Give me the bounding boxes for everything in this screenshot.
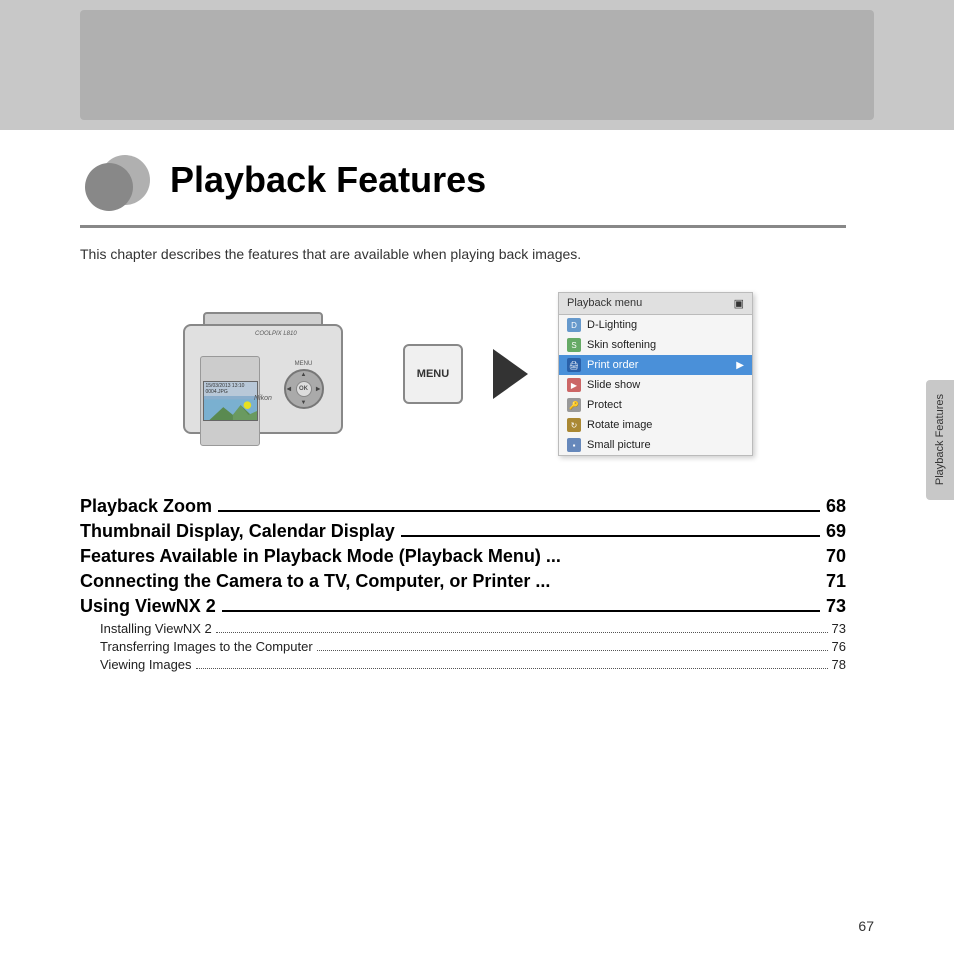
camera-screen-image bbox=[204, 396, 257, 421]
print-order-label: Print order bbox=[587, 359, 638, 371]
playback-menu-screenshot: Playback menu ▣ D D-Lighting S Skin soft… bbox=[558, 292, 753, 456]
arrow-right-indicator bbox=[493, 349, 528, 399]
camera-mode-label: MENU bbox=[276, 361, 331, 367]
illustration-area: 15/03/2013 13:100004.JPG bbox=[80, 292, 846, 456]
toc-page-features: 70 bbox=[826, 546, 846, 567]
toc-title-viewnx: Using ViewNX 2 bbox=[80, 596, 216, 617]
toc-title-viewing: Viewing Images bbox=[100, 657, 192, 672]
toc-dots-1 bbox=[218, 510, 820, 512]
toc-dots-sub-2 bbox=[317, 650, 828, 651]
toc-entry-playback-zoom: Playback Zoom 68 bbox=[80, 496, 846, 517]
toc-page-viewnx: 73 bbox=[826, 596, 846, 617]
toc-page-installing: 73 bbox=[832, 621, 846, 636]
print-order-arrow: ▶ bbox=[736, 360, 744, 371]
menu-item-rotate: ↻ Rotate image bbox=[559, 415, 752, 435]
camera-image: 15/03/2013 13:100004.JPG bbox=[173, 304, 373, 444]
protect-icon: 🔑 bbox=[567, 398, 581, 412]
toc-title-thumbnail: Thumbnail Display, Calendar Display bbox=[80, 521, 395, 542]
toc-page-thumbnail: 69 bbox=[826, 521, 846, 542]
toc-entry-features: Features Available in Playback Mode (Pla… bbox=[80, 546, 846, 567]
toc-page-playback-zoom: 68 bbox=[826, 496, 846, 517]
toc-entry-installing: Installing ViewNX 2 73 bbox=[80, 621, 846, 636]
camera-lens-area: 15/03/2013 13:100004.JPG bbox=[200, 356, 260, 446]
camera-body: 15/03/2013 13:100004.JPG bbox=[183, 324, 343, 434]
toc-page-connecting: 71 bbox=[826, 571, 846, 592]
camera-controls: MENU OK ▲ ▼ ◀ ▶ bbox=[276, 361, 331, 409]
dial-inner: OK bbox=[296, 381, 312, 397]
icon-circle-front bbox=[85, 163, 133, 211]
rotate-icon: ↻ bbox=[567, 418, 581, 432]
toc-dots-2 bbox=[401, 535, 820, 537]
menu-item-dlighting: D D-Lighting bbox=[559, 315, 752, 335]
toc-title-transferring: Transferring Images to the Computer bbox=[100, 639, 313, 654]
main-content: Playback Features This chapter describes… bbox=[0, 0, 926, 675]
page-number: 67 bbox=[858, 918, 874, 934]
camera-model-label: COOLPIX L810 bbox=[255, 331, 297, 337]
playback-menu-icon: ▣ bbox=[734, 297, 744, 310]
menu-item-print-order: 🖨 Print order ▶ bbox=[559, 355, 752, 375]
right-tab: Playback Features bbox=[926, 380, 954, 500]
toc-entry-thumbnail: Thumbnail Display, Calendar Display 69 bbox=[80, 521, 846, 542]
dlighting-label: D-Lighting bbox=[587, 319, 637, 331]
toc-dots-sub-1 bbox=[216, 632, 828, 633]
toc-dots-5 bbox=[222, 610, 820, 612]
slideshow-icon: ▶ bbox=[567, 378, 581, 392]
dlighting-icon: D bbox=[567, 318, 581, 332]
toc-page-viewing: 78 bbox=[832, 657, 846, 672]
toc-entry-viewnx: Using ViewNX 2 73 bbox=[80, 596, 846, 617]
toc-title-features: Features Available in Playback Mode (Pla… bbox=[80, 546, 561, 567]
slideshow-label: Slide show bbox=[587, 379, 640, 391]
protect-label: Protect bbox=[587, 399, 622, 411]
playback-menu-title: Playback menu bbox=[567, 297, 642, 310]
small-picture-label: Small picture bbox=[587, 439, 651, 451]
table-of-contents: Playback Zoom 68 Thumbnail Display, Cale… bbox=[80, 496, 846, 672]
toc-title-installing: Installing ViewNX 2 bbox=[100, 621, 212, 636]
menu-button-area: MENU bbox=[403, 344, 463, 404]
skin-softening-icon: S bbox=[567, 338, 581, 352]
camera-screen: 15/03/2013 13:100004.JPG bbox=[203, 381, 258, 421]
toc-page-transferring: 76 bbox=[832, 639, 846, 654]
toc-entry-connecting: Connecting the Camera to a TV, Computer,… bbox=[80, 571, 846, 592]
menu-button: MENU bbox=[403, 344, 463, 404]
toc-entry-viewing: Viewing Images 78 bbox=[80, 657, 846, 672]
print-order-icon: 🖨 bbox=[567, 358, 581, 372]
chapter-icon bbox=[80, 145, 150, 215]
menu-item-small-picture: ▪ Small picture bbox=[559, 435, 752, 455]
camera-brand-label: Nikon bbox=[254, 395, 272, 402]
menu-item-protect: 🔑 Protect bbox=[559, 395, 752, 415]
chapter-divider bbox=[80, 225, 846, 228]
toc-title-connecting: Connecting the Camera to a TV, Computer,… bbox=[80, 571, 550, 592]
camera-dial: OK ▲ ▼ ◀ ▶ bbox=[284, 369, 324, 409]
chapter-title: Playback Features bbox=[170, 159, 486, 201]
toc-dots-sub-3 bbox=[196, 668, 828, 669]
skin-softening-label: Skin softening bbox=[587, 339, 656, 351]
menu-item-skin-softening: S Skin softening bbox=[559, 335, 752, 355]
playback-menu-header: Playback menu ▣ bbox=[559, 293, 752, 315]
chapter-description: This chapter describes the features that… bbox=[80, 246, 846, 262]
chapter-header: Playback Features bbox=[80, 145, 846, 215]
toc-title-playback-zoom: Playback Zoom bbox=[80, 496, 212, 517]
toc-entry-transferring: Transferring Images to the Computer 76 bbox=[80, 639, 846, 654]
menu-item-slideshow: ▶ Slide show bbox=[559, 375, 752, 395]
small-picture-icon: ▪ bbox=[567, 438, 581, 452]
rotate-label: Rotate image bbox=[587, 419, 652, 431]
right-tab-label: Playback Features bbox=[934, 394, 946, 485]
camera-screen-date: 15/03/2013 13:100004.JPG bbox=[204, 382, 257, 396]
arrow-right-shape bbox=[493, 349, 528, 399]
